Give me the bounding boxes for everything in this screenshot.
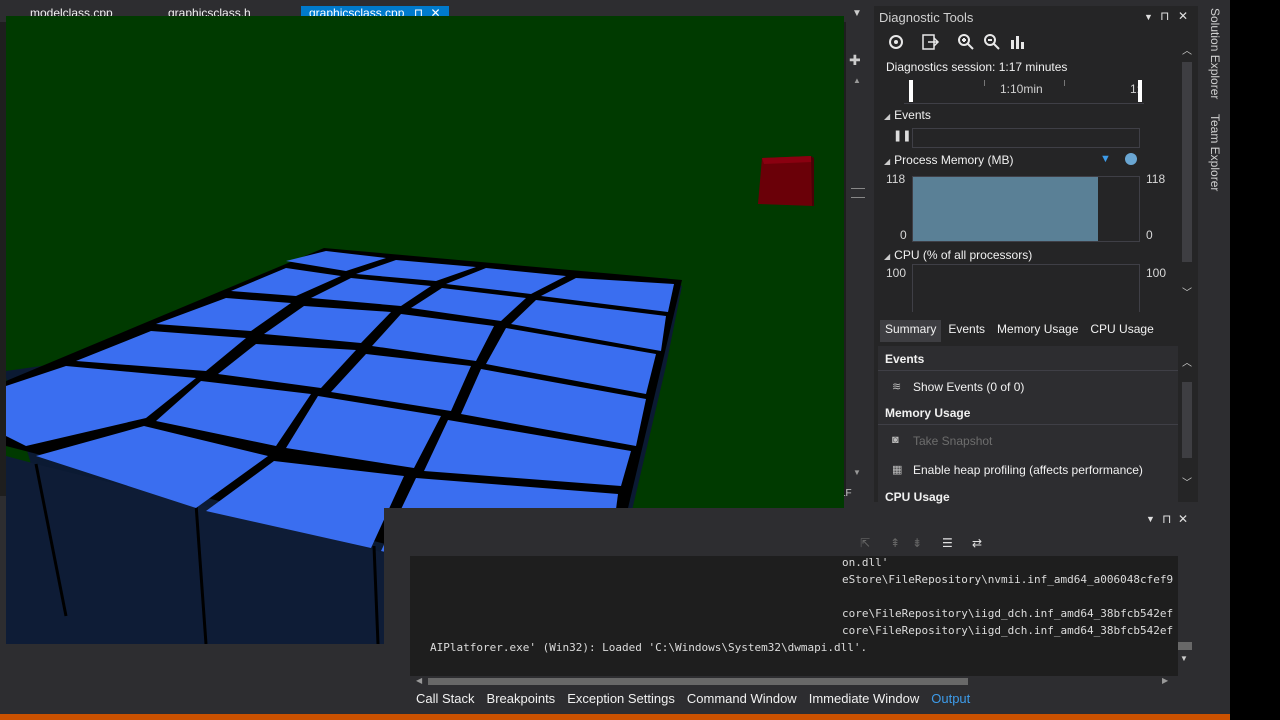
output-line: on.dll' (842, 556, 889, 569)
take-snapshot-button[interactable]: Take Snapshot (913, 434, 992, 448)
tab-output[interactable]: Output (925, 690, 976, 710)
output-vscrollbar[interactable]: ▼ (1176, 640, 1194, 670)
camera-icon: ◙ (892, 434, 899, 446)
timeline-label: 1:10min (1000, 82, 1043, 96)
tab-cpu-usage[interactable]: CPU Usage (1085, 320, 1158, 342)
cpu-max-left: 100 (886, 266, 907, 280)
tab-immediate-window[interactable]: Immediate Window (803, 690, 926, 710)
output-line: AIPlatforer.exe' (Win32): Loaded 'C:\Win… (430, 641, 868, 654)
find-message-icon[interactable]: ⇱ (860, 536, 870, 550)
tab-call-stack[interactable]: Call Stack (410, 690, 481, 710)
output-hscrollbar[interactable]: ◀ ▶ (416, 675, 1172, 687)
scroll-thumb[interactable] (428, 678, 968, 685)
heap-profiling-link[interactable]: Enable heap profiling (affects performan… (913, 463, 1143, 477)
output-line: core\FileRepository\iigd_dch.inf_amd64_3… (842, 624, 1174, 637)
scroll-down-icon[interactable]: ﹀ (1182, 474, 1192, 489)
mem-min-left: 0 (900, 228, 907, 242)
scroll-down-icon[interactable]: ▼ (853, 468, 861, 477)
diagnostic-tools-panel: Diagnostic Tools ▼ ⊓ ✕ Diagnostics sessi… (874, 6, 1198, 504)
tab-exception-settings[interactable]: Exception Settings (561, 690, 681, 710)
events-track (912, 128, 1140, 148)
pin-icon[interactable]: ⊓ (1160, 9, 1169, 23)
timeline-end-handle[interactable] (1138, 80, 1142, 102)
dropdown-icon[interactable]: ▼ (1146, 514, 1155, 524)
pin-icon[interactable]: ⊓ (1162, 512, 1171, 526)
bottom-tab-strip: Call Stack Breakpoints Exception Setting… (410, 690, 976, 710)
process-memory-section[interactable]: ◢ Process Memory (MB) (884, 153, 1014, 167)
scroll-down-icon[interactable]: ▼ (1180, 654, 1188, 663)
session-duration: Diagnostics session: 1:17 minutes (886, 60, 1068, 74)
scroll-up-icon[interactable]: ︿ (1182, 354, 1192, 369)
gc-marker-icon (1125, 153, 1137, 165)
pause-icon[interactable]: ❚❚ (893, 129, 911, 142)
scroll-thumb[interactable] (851, 188, 865, 198)
summary-cpu-header: CPU Usage (885, 490, 950, 504)
summary-content: Events ≋ Show Events (0 of 0) Memory Usa… (878, 346, 1178, 504)
mem-min-right: 0 (1146, 228, 1153, 242)
summary-scrollbar[interactable]: ︿ ﹀ (1180, 354, 1194, 494)
scroll-thumb[interactable] (1182, 62, 1192, 262)
timeline-start-handle[interactable] (909, 80, 913, 102)
output-line: eStore\FileRepository\nvmii.inf_amd64_a0… (842, 573, 1174, 586)
clear-all-icon[interactable]: ☰ (942, 536, 953, 550)
close-icon[interactable]: ✕ (1178, 512, 1188, 526)
summary-memory-header: Memory Usage (885, 406, 971, 420)
mem-max-left: 118 (886, 172, 906, 186)
tab-events[interactable]: Events (943, 320, 990, 342)
diag-scrollbar[interactable]: ︿ ﹀ (1180, 42, 1194, 302)
timeline-ruler[interactable]: 1:10min 1: (904, 80, 1144, 104)
scroll-up-icon[interactable]: ▲ (853, 76, 861, 85)
memory-fill (913, 177, 1099, 241)
export-icon[interactable] (920, 32, 940, 52)
cpu-max-right: 100 (1146, 266, 1167, 280)
screen-border (1230, 0, 1280, 720)
status-bar (0, 714, 1230, 720)
diag-tab-strip: Summary Events Memory Usage CPU Usage (880, 320, 1161, 342)
heap-icon: ▦ (892, 464, 903, 476)
solution-explorer-tab[interactable]: Solution Explorer (1200, 4, 1222, 104)
process-memory-label: Process Memory (MB) (894, 153, 1014, 167)
tab-breakpoints[interactable]: Breakpoints (481, 690, 562, 710)
word-wrap-icon[interactable]: ⇄ (972, 536, 982, 550)
cpu-label: CPU (% of all processors) (894, 248, 1033, 262)
zoom-out-icon[interactable] (982, 32, 1002, 52)
summary-events-header: Events (885, 352, 925, 366)
scroll-thumb[interactable] (1182, 382, 1192, 458)
settings-icon[interactable] (886, 32, 906, 52)
scroll-down-icon[interactable]: ﹀ (1182, 284, 1192, 299)
team-explorer-tab[interactable]: Team Explorer (1200, 110, 1222, 200)
scroll-up-icon[interactable]: ︿ (1182, 42, 1192, 57)
zoom-in-icon[interactable] (956, 32, 976, 52)
panel-title: Diagnostic Tools (879, 10, 974, 25)
close-icon[interactable]: ✕ (1178, 9, 1188, 23)
tab-command-window[interactable]: Command Window (681, 690, 803, 710)
chevron-down-icon[interactable]: ▼ (852, 8, 862, 19)
show-events-link[interactable]: Show Events (0 of 0) (913, 380, 1024, 394)
output-text[interactable]: on.dll' eStore\FileRepository\nvmii.inf_… (410, 556, 1178, 676)
events-icon: ≋ (892, 381, 902, 393)
mem-max-right: 118 (1146, 172, 1166, 186)
cpu-section[interactable]: ◢ CPU (% of all processors) (884, 248, 1032, 262)
chart-icon[interactable] (1008, 32, 1028, 52)
timeline-label-right: 1: (1130, 82, 1138, 96)
events-label: Events (894, 108, 931, 122)
next-message-icon[interactable]: ⇟ (912, 536, 922, 550)
memory-graph (912, 176, 1140, 242)
scroll-right-icon[interactable]: ▶ (1162, 676, 1168, 685)
scroll-thumb[interactable] (1178, 642, 1192, 650)
cpu-graph (912, 264, 1140, 312)
dropdown-icon[interactable]: ▼ (1144, 12, 1153, 22)
tab-summary[interactable]: Summary (880, 320, 942, 342)
snapshot-marker-icon: ▼ (1100, 153, 1111, 165)
output-line: core\FileRepository\iigd_dch.inf_amd64_3… (842, 607, 1174, 620)
prev-message-icon[interactable]: ⇞ (890, 536, 900, 550)
scroll-left-icon[interactable]: ◀ (416, 676, 422, 685)
editor-scrollbar[interactable]: ▲ ✚ ▼ (846, 22, 870, 496)
red-cube (758, 156, 814, 206)
tab-memory-usage[interactable]: Memory Usage (992, 320, 1083, 342)
events-section[interactable]: ◢ Events (884, 108, 931, 122)
split-icon[interactable]: ✚ (849, 52, 861, 69)
